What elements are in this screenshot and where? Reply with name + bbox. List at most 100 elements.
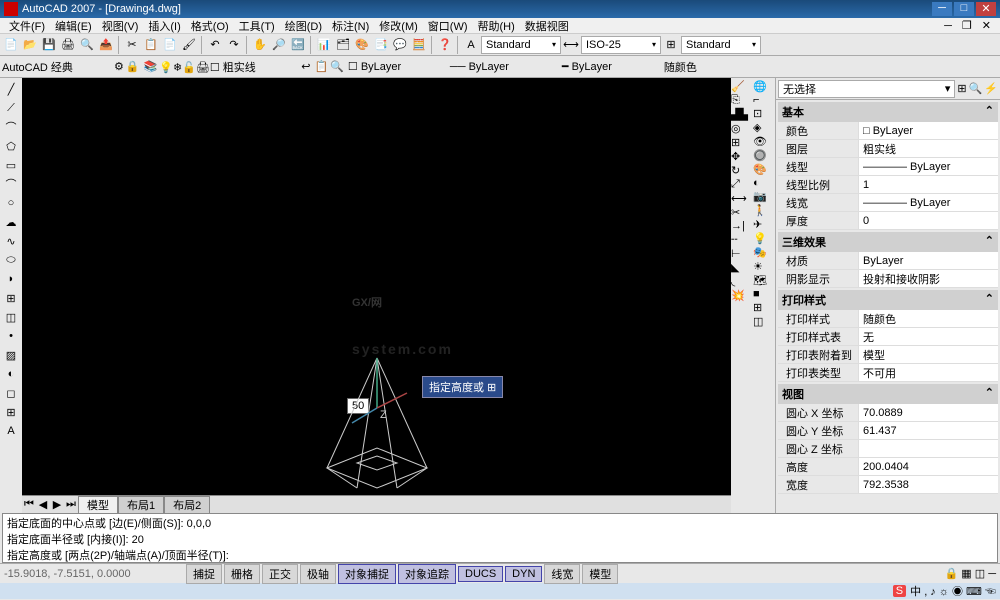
property-row[interactable]: 宽度792.3538: [778, 476, 998, 494]
property-value[interactable]: ———— ByLayer: [858, 158, 998, 175]
ellipse-arc-icon[interactable]: ◗: [2, 270, 20, 288]
polar-button[interactable]: 极轴: [300, 564, 336, 584]
lineweight-combo[interactable]: ━ ByLayer: [562, 60, 662, 73]
match-icon[interactable]: 🖌: [180, 36, 198, 54]
group-plot[interactable]: 打印样式⌃: [778, 290, 998, 310]
save-icon[interactable]: 💾: [40, 36, 58, 54]
help-icon[interactable]: ❓: [436, 36, 454, 54]
break-icon[interactable]: ╌: [731, 233, 753, 246]
quick-select-icon[interactable]: ⊞: [957, 82, 966, 95]
stretch-icon[interactable]: ⟷: [731, 192, 753, 205]
light-icon[interactable]: 💡: [753, 232, 775, 245]
tab-last-icon[interactable]: ⏭: [64, 498, 78, 511]
menu-view[interactable]: 视图(V): [97, 18, 144, 34]
lwt-button[interactable]: 线宽: [544, 564, 580, 584]
sheet-set-icon[interactable]: 📑: [372, 36, 390, 54]
mdi-minimize-button[interactable]: ─: [939, 20, 957, 32]
print-icon[interactable]: 🖨: [59, 36, 77, 54]
plotstyle-combo[interactable]: 随颜色: [664, 59, 744, 75]
tab-layout1[interactable]: 布局1: [118, 496, 164, 514]
new-icon[interactable]: 📄: [2, 36, 20, 54]
property-row[interactable]: 线型比例1: [778, 176, 998, 194]
property-row[interactable]: 打印样式随颜色: [778, 310, 998, 328]
command-window[interactable]: 指定底面的中心点或 [边(E)/侧面(S)]: 0,0,0 指定底面半径或 [内…: [2, 513, 998, 563]
property-row[interactable]: 圆心 Z 坐标: [778, 440, 998, 458]
property-value[interactable]: 不可用: [858, 364, 998, 381]
selection-combo[interactable]: 无选择: [778, 80, 955, 98]
visual-style-icon[interactable]: ◐: [753, 177, 775, 189]
xline-icon[interactable]: ⟋: [2, 99, 20, 117]
text-style-combo[interactable]: Standard: [481, 36, 561, 54]
menu-window[interactable]: 窗口(W): [423, 18, 473, 34]
preview-icon[interactable]: 🔍: [78, 36, 96, 54]
layer-prev-icon[interactable]: ↩: [301, 60, 310, 73]
property-value[interactable]: 模型: [858, 346, 998, 363]
arc-icon[interactable]: ⌒: [2, 175, 20, 193]
property-value[interactable]: 70.0889: [858, 404, 998, 421]
offset-icon[interactable]: ◎: [731, 122, 753, 135]
property-row[interactable]: 线宽———— ByLayer: [778, 194, 998, 212]
workspace-settings-icon[interactable]: ⚙: [114, 60, 124, 73]
property-value[interactable]: 粗实线: [858, 140, 998, 157]
shade-icon[interactable]: 🔘: [753, 149, 775, 162]
polyline-icon[interactable]: ⌒: [2, 118, 20, 136]
menu-modify[interactable]: 修改(M): [374, 18, 423, 34]
publish-icon[interactable]: 📤: [97, 36, 115, 54]
group-3d-effect[interactable]: 三维效果⌃: [778, 232, 998, 252]
property-value[interactable]: 200.0404: [858, 458, 998, 475]
spline-icon[interactable]: ∿: [2, 232, 20, 250]
pan-icon[interactable]: ✋: [251, 36, 269, 54]
mtext-icon[interactable]: A: [2, 422, 20, 440]
tab-next-icon[interactable]: ▶: [50, 498, 64, 511]
region-icon[interactable]: ◻: [2, 384, 20, 402]
ortho-button[interactable]: 正交: [262, 564, 298, 584]
table-style-icon[interactable]: ⊞: [662, 36, 680, 54]
ime-icon[interactable]: S: [893, 585, 906, 597]
render-icon[interactable]: 🎨: [753, 163, 775, 176]
rotate-icon[interactable]: ↻: [731, 164, 753, 177]
menu-file[interactable]: 文件(F): [4, 18, 50, 34]
menu-dimension[interactable]: 标注(N): [327, 18, 374, 34]
property-row[interactable]: 高度200.0404: [778, 458, 998, 476]
layer-state-icon[interactable]: 📋: [315, 60, 329, 73]
walk-icon[interactable]: 🚶: [753, 204, 775, 217]
dim-icon[interactable]: ⟷: [562, 36, 580, 54]
workspace-lock-icon[interactable]: 🔒: [126, 60, 140, 73]
property-row[interactable]: 圆心 X 坐标70.0889: [778, 404, 998, 422]
block-insert-icon[interactable]: ⊞: [2, 289, 20, 307]
line-icon[interactable]: ╱: [2, 80, 20, 98]
dim-style-combo[interactable]: ISO-25: [581, 36, 661, 54]
layer-manager-icon[interactable]: 📚: [144, 60, 158, 73]
menu-dataview[interactable]: 数据视图: [520, 18, 574, 34]
camera-icon[interactable]: 📷: [753, 190, 775, 203]
group-basic[interactable]: 基本⌃: [778, 102, 998, 122]
mirror-icon[interactable]: ▟▙: [731, 108, 753, 121]
join-icon[interactable]: ⊢: [731, 247, 753, 260]
property-row[interactable]: 阴影显示投射和接收阴影: [778, 270, 998, 288]
property-row[interactable]: 圆心 Y 坐标61.437: [778, 422, 998, 440]
color-combo[interactable]: ☐ ByLayer: [348, 60, 448, 73]
table-icon[interactable]: ⊞: [2, 403, 20, 421]
block-make-icon[interactable]: ◫: [2, 308, 20, 326]
tab-first-icon[interactable]: ⏮: [22, 498, 36, 511]
3dorbit-icon[interactable]: 🌐: [753, 80, 775, 93]
cut-icon[interactable]: ✂: [123, 36, 141, 54]
property-row[interactable]: 厚度0: [778, 212, 998, 230]
otrack-button[interactable]: 对象追踪: [398, 564, 456, 584]
property-value[interactable]: 无: [858, 328, 998, 345]
tab-model[interactable]: 模型: [78, 496, 118, 514]
chamfer-icon[interactable]: ◣: [731, 261, 753, 274]
point-icon[interactable]: •: [2, 327, 20, 345]
property-value[interactable]: ———— ByLayer: [858, 194, 998, 211]
ime-status[interactable]: 中 , ♪ ☼ ◉ ⌨ ☜: [910, 583, 996, 599]
section-icon[interactable]: ◫: [753, 315, 775, 328]
property-row[interactable]: 打印表附着到模型: [778, 346, 998, 364]
property-value[interactable]: 投射和接收阴影: [858, 270, 998, 287]
property-value[interactable]: 792.3538: [858, 476, 998, 493]
mdi-close-button[interactable]: ✕: [977, 19, 996, 32]
dim-style-icon[interactable]: A: [462, 36, 480, 54]
close-button[interactable]: ✕: [976, 2, 996, 16]
gradient-icon[interactable]: ◐: [2, 365, 20, 383]
tab-prev-icon[interactable]: ◀: [36, 498, 50, 511]
menu-help[interactable]: 帮助(H): [473, 18, 520, 34]
